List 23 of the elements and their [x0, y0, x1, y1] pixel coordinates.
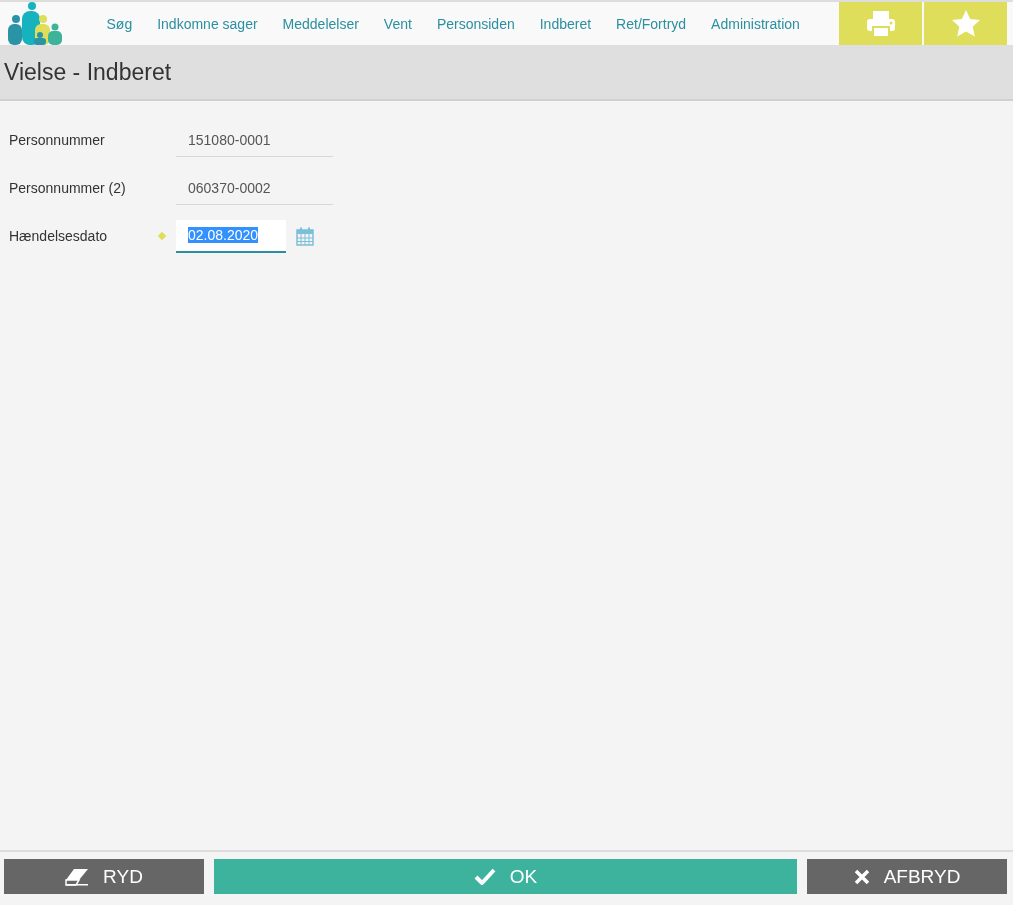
- page-title: Vielse - Indberet: [4, 58, 172, 86]
- field-value: 151080-0001: [188, 131, 271, 148]
- clear-button[interactable]: RYD: [4, 859, 204, 894]
- cancel-button[interactable]: AFBRYD: [807, 859, 1007, 894]
- nav-link[interactable]: Søg: [94, 15, 145, 32]
- field-label: Personnummer (2): [9, 180, 127, 196]
- nav-link[interactable]: Meddelelser: [270, 15, 372, 32]
- eraser-icon: [65, 867, 90, 886]
- nav-link[interactable]: Vent: [371, 15, 425, 32]
- date-field[interactable]: 02.08.2020: [176, 219, 286, 253]
- checkmark-icon: [473, 868, 496, 885]
- field-label: Personnummer: [9, 132, 106, 148]
- field-value: 060370-0002: [188, 179, 271, 196]
- nav-link[interactable]: Personsiden: [424, 15, 528, 32]
- nav-link[interactable]: Ret/Fortryd: [603, 15, 699, 32]
- field-label: Hændelsesdato: [9, 228, 109, 244]
- close-icon: [853, 868, 870, 885]
- nav-link[interactable]: Indkomne sager: [144, 15, 271, 32]
- date-value: 02.08.2020: [188, 227, 259, 243]
- ok-button[interactable]: OK: [214, 859, 797, 894]
- calendar-icon[interactable]: [296, 226, 314, 246]
- nav-link[interactable]: Administration: [698, 15, 813, 32]
- nav-link[interactable]: Indberet: [527, 15, 604, 32]
